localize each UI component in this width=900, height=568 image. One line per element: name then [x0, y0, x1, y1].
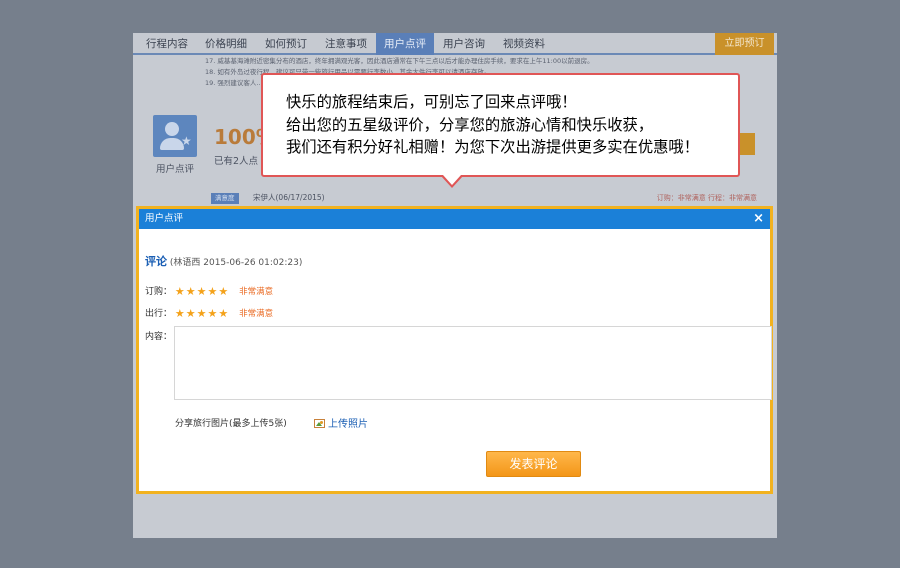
- tab-how-to-book[interactable]: 如何预订: [256, 33, 316, 55]
- tab-itinerary[interactable]: 行程内容: [138, 33, 196, 55]
- review-header: 评论 (林语西 2015-06-26 01:02:23): [145, 253, 302, 269]
- rating-text: 非常满意: [239, 287, 274, 297]
- rating-row-travel: 出行： ★★★★★ 非常满意: [145, 307, 273, 321]
- tab-user-reviews[interactable]: 用户点评: [376, 33, 434, 55]
- upload-photo-link[interactable]: 上传照片: [314, 415, 368, 430]
- review-count-text: 已有2人点: [214, 156, 259, 167]
- star-icon[interactable]: ★★★★★: [175, 285, 229, 299]
- image-icon: [314, 419, 325, 428]
- upload-hint: 分享旅行图片(最多上传5张): [175, 419, 287, 429]
- review-label: 评论: [145, 255, 167, 268]
- review-modal: 用户点评 × 评论 (林语西 2015-06-26 01:02:23) 订购： …: [136, 206, 773, 494]
- rating-label: 订购：: [145, 287, 173, 297]
- modal-header: 用户点评 ×: [139, 209, 770, 229]
- tab-video[interactable]: 视频资料: [494, 33, 554, 55]
- satisfaction-badge: 满意度: [211, 193, 239, 204]
- user-review-label: 用户点评: [155, 164, 194, 175]
- reviewer-info: (林语西 2015-06-26 01:02:23): [169, 258, 303, 268]
- rating-text: 非常满意: [239, 309, 274, 319]
- book-now-button[interactable]: 立即预订: [715, 33, 774, 55]
- rating-row-booking: 订购： ★★★★★ 非常满意: [145, 285, 273, 299]
- content-textarea[interactable]: [174, 326, 772, 400]
- modal-title: 用户点评: [145, 213, 184, 224]
- callout-line: 我们还有积分好礼相赠！为您下次出游提供更多实在优惠哦！: [286, 138, 700, 156]
- close-icon[interactable]: ×: [753, 209, 764, 229]
- tab-user-questions[interactable]: 用户咨询: [434, 33, 494, 55]
- background-ratings: 订购：非常满意 行程：非常满意: [656, 194, 757, 202]
- callout-line: 给出您的五星级评价，分享您的旅游心情和快乐收获，: [286, 115, 654, 134]
- tab-price[interactable]: 价格明细: [196, 33, 256, 55]
- reviewer-line: 宋伊人(06/17/2015): [253, 193, 325, 202]
- rating-label: 出行：: [145, 309, 173, 319]
- submit-review-button[interactable]: 发表评论: [486, 451, 581, 477]
- tab-bar: 行程内容 价格明细 如何预订 注意事项 用户点评 用户咨询 视频资料 立即预订: [133, 33, 777, 55]
- user-icon: ★: [153, 115, 197, 157]
- callout-bubble: 快乐的旅程结束后，可别忘了回来点评哦！ 给出您的五星级评价，分享您的旅游心情和快…: [261, 73, 740, 177]
- callout-line: 快乐的旅程结束后，可别忘了回来点评哦！: [286, 93, 577, 111]
- note-item: 17. 威基基海滩附近密集分布的酒店，终年拥满观光客，因此酒店通常在下午三点以后…: [205, 57, 594, 65]
- tab-notes[interactable]: 注意事项: [316, 33, 376, 55]
- upload-photo-label: 上传照片: [328, 419, 368, 430]
- callout-tail-fill: [443, 175, 461, 185]
- star-icon[interactable]: ★★★★★: [175, 307, 229, 321]
- content-label: 内容：: [145, 332, 173, 342]
